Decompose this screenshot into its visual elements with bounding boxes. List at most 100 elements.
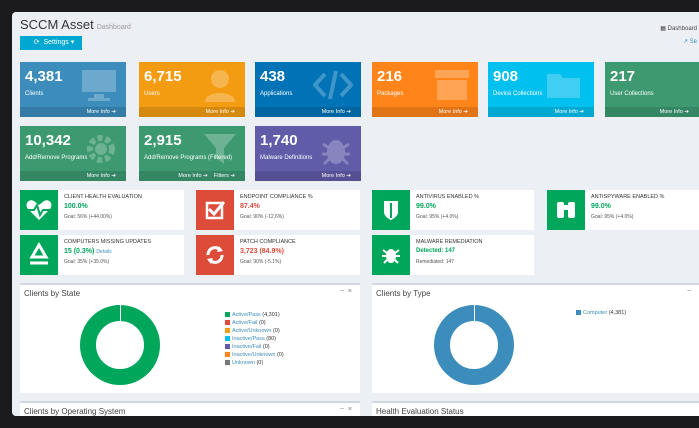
tile-packages[interactable]: 216 Packages More Info ➔ [372,62,478,117]
donut-segment-computer [434,305,514,385]
tile-add-remove-programs[interactable]: 10,342 Add/Remove Programs More Info ➔ [20,126,126,181]
panel-title: Clients by State [24,289,81,298]
info-goal: Goal: 95% (+4.0%) [591,214,634,220]
refresh-icon [206,246,224,264]
collapse-icon[interactable]: − [340,406,344,413]
legend-item: Computer (4,381) [576,309,626,317]
info-value: 15 (0.3%) Details [64,248,112,255]
info-goal: Goal: 90% (-12.6%) [240,214,284,220]
icon-box [20,190,58,230]
more-info-link[interactable]: More Info ➔ [255,171,361,181]
page-title: SCCM Asset Dashboard [20,17,131,32]
info-malware-remediation: MALWARE REMEDIATION Detected: 147 Remedi… [372,235,534,275]
tile-label: Device Collections [493,91,543,97]
icon-box [372,235,410,275]
share-link[interactable]: ↗ Se [683,38,697,45]
bug-icon [322,140,350,166]
tile-user-collections[interactable]: 217 User Collections More Info ➔ [605,62,699,117]
tile-footer: More Info ➔ Filters ➔ [139,171,245,181]
info-goal: Remediated: 147 [416,259,455,265]
tile-value: 438 [260,68,286,85]
tile-value: 908 [493,68,519,85]
settings-button[interactable]: ⟳ Settings ▾ [20,36,82,50]
info-title: COMPUTERS MISSING UPDATES [64,239,151,245]
panel-controls: − × [340,288,352,295]
more-info-link[interactable]: More Info ➔ [20,107,126,117]
tile-applications[interactable]: 438 Applications More Info ➔ [255,62,361,117]
info-title: ENDPOINT COMPLIANCE % [240,194,313,200]
more-info-link[interactable]: More Info ➔ [488,107,594,117]
info-value: 87.4% [240,203,260,210]
bug-icon [382,249,400,264]
more-info-link[interactable]: More Info ➔ [605,107,699,117]
tile-label: Add/Remove Programs [25,155,88,161]
tile-label: Clients [25,91,44,97]
legend-item: Inactive/Pass (80) [225,335,284,343]
panel-title: Clients by Type [376,289,431,298]
chart-legend: Computer (4,381) [576,309,626,317]
checkbox-icon [205,201,226,220]
dashboard-icon: ▦ [660,26,666,32]
tile-malware-definitions[interactable]: 1,740 Malware Definitions More Info ➔ [255,126,361,181]
legend-swatch [576,310,581,316]
more-info-link[interactable]: More Info ➔ [178,173,207,179]
more-info-link[interactable]: More Info ➔ [139,107,245,117]
tile-users[interactable]: 6,715 Users More Info ➔ [139,62,245,117]
recycle-icon [29,242,49,265]
legend-item: Inactive/Unknown (0) [225,351,284,359]
icon-box [20,235,58,275]
icon-box [196,190,234,230]
tile-label: Users [144,91,160,97]
info-client-health: CLIENT HEALTH EVALUATION 100.0% Goal: 56… [20,190,184,230]
heartbeat-icon [26,200,52,220]
panel-title: Health Evaluation Status [376,407,464,416]
tile-clients[interactable]: 4,381 Clients More Info ➔ [20,62,126,117]
icon-box [372,190,410,230]
donut-chart [80,305,160,385]
info-title: MALWARE REMEDIATION [416,239,483,245]
folder-open-icon [547,74,580,98]
binoculars-icon [557,202,575,218]
legend-item: Inactive/Fail (0) [225,343,284,351]
tile-value: 4,381 [25,68,63,85]
tile-add-remove-programs-filtered[interactable]: 2,915 Add/Remove Programs (Filtered) Mor… [139,126,245,181]
info-missing-updates: COMPUTERS MISSING UPDATES 15 (0.3%) Deta… [20,235,184,275]
page-subtitle: Dashboard [96,24,131,31]
legend-swatch [225,336,230,342]
info-value: 100.0% [64,203,88,210]
tile-label: Packages [377,91,404,97]
tile-value: 6,715 [144,68,182,85]
panel-clients-by-type: Clients by Type − Computer (4,381) [372,283,699,393]
more-info-link[interactable]: More Info ➔ [20,171,126,181]
user-icon [205,70,235,102]
gear-icon [87,135,115,163]
panel-health-evaluation: Health Evaluation Status [372,401,699,416]
tile-label: Applications [260,91,293,97]
info-goal: Goal: 95% (+4.0%) [416,214,459,220]
donut-chart [434,305,514,385]
info-goal: Goal: 35% (+35.0%) [64,259,110,265]
close-icon[interactable]: × [348,406,352,413]
info-title: PATCH COMPLIANCE [240,239,296,245]
dashboard-screen: SCCM Asset Dashboard ⟳ Settings ▾ ▦ Dashb… [12,12,699,416]
more-info-link[interactable]: More Info ➔ [372,107,478,117]
tile-value: 217 [610,68,636,85]
collapse-icon[interactable]: − [340,288,344,295]
tile-value: 216 [377,68,403,85]
tile-device-collections[interactable]: 908 Device Collections More Info ➔ [488,62,594,117]
panel-clients-by-os: Clients by Operating System − × [20,401,360,416]
breadcrumb[interactable]: ▦ Dashboard [660,25,697,32]
close-icon[interactable]: × [348,288,352,295]
collapse-icon[interactable]: − [687,288,691,295]
refresh-icon: ⟳ [33,39,40,46]
info-antivirus: ANTIVIRUS ENABLED % 99.0% Goal: 95% (+4.… [372,190,534,230]
panel-controls: − × [340,406,352,413]
legend-swatch [225,344,230,350]
panel-controls: − [687,288,691,295]
more-info-link[interactable]: More Info ➔ [255,107,361,117]
legend-item: Unknown (0) [225,359,284,367]
details-link[interactable]: Details [96,249,111,255]
filters-link[interactable]: Filters ➔ [214,173,235,179]
archive-icon [435,70,469,100]
info-value: 99.0% [416,203,436,210]
